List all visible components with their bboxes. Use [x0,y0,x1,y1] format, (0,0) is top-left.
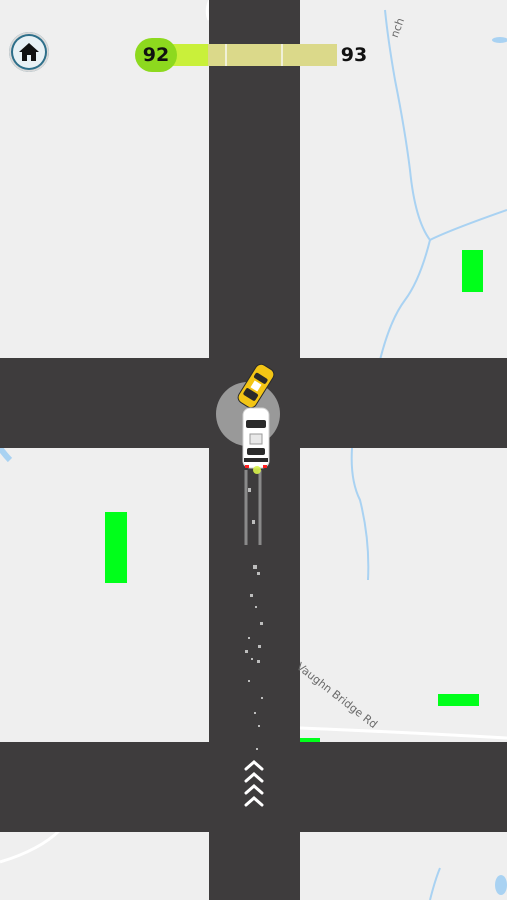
current-level-text: 92 [142,44,170,66]
home-button-inner [13,36,45,68]
next-level-text: 93 [340,44,368,66]
home-icon [19,43,39,61]
car-glow [253,466,261,474]
progress-divider [281,44,283,66]
game-overlay [216,363,280,807]
current-level-badge: 92 [135,38,177,72]
home-button[interactable] [9,32,49,72]
game-map: Vaughn Bridge Rd nch [0,0,507,900]
progress-divider [225,44,227,66]
swipe-up-arrows [244,760,264,807]
player-car [242,407,270,469]
